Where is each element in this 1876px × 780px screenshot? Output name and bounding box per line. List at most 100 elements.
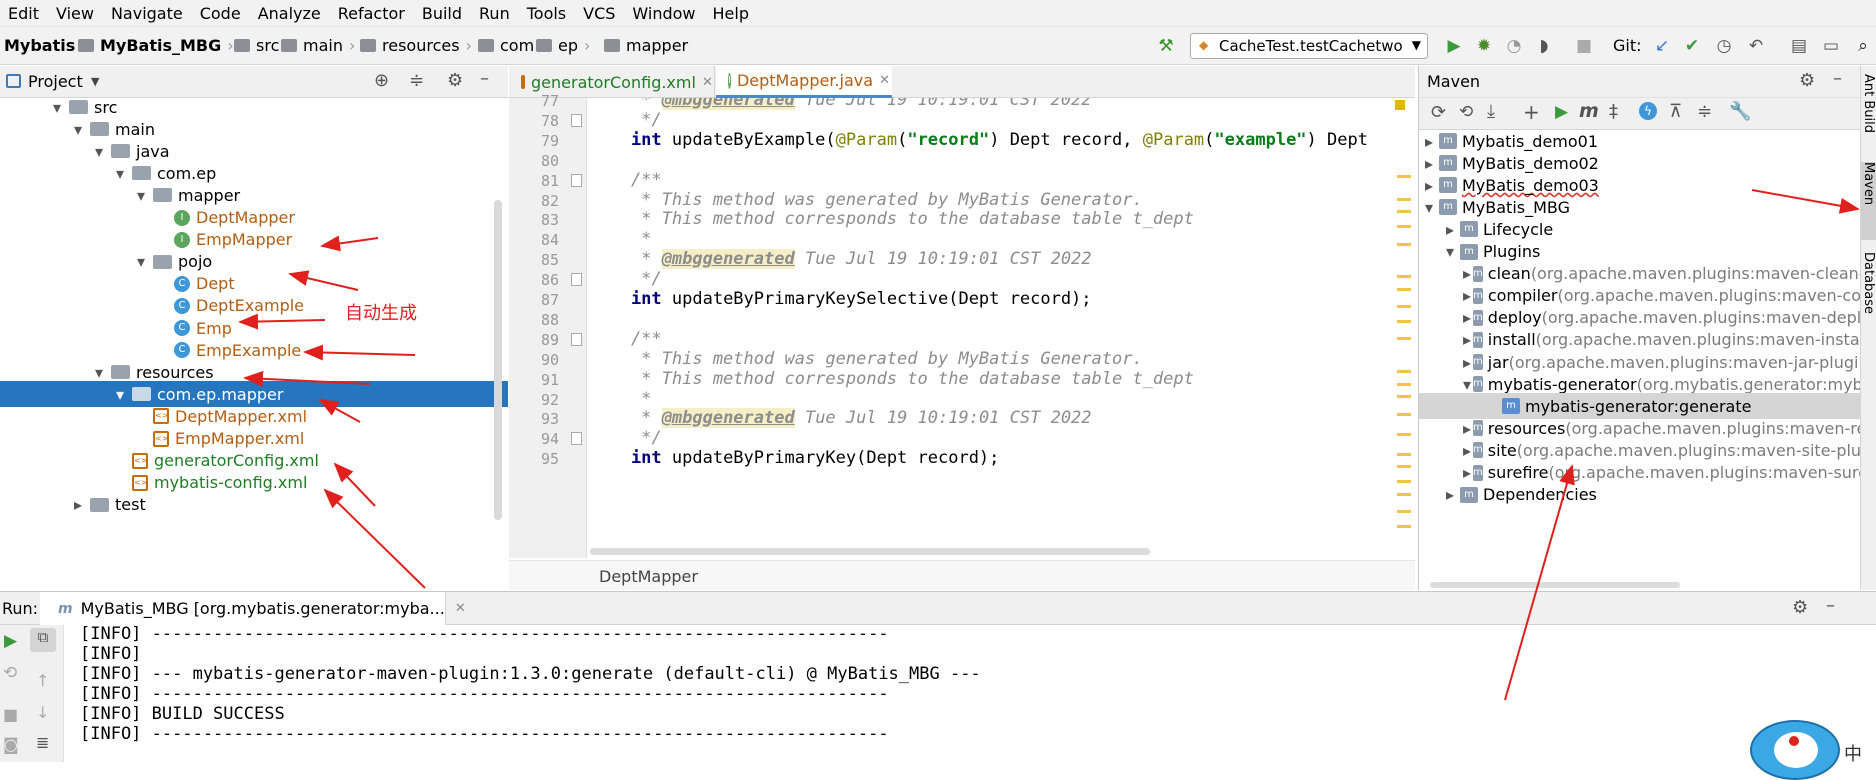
input-method-indicator[interactable]: 中 — [1844, 740, 1862, 766]
toggle-tree-view-icon[interactable]: ⧉ — [30, 628, 56, 652]
menu-item-refactor[interactable]: Refactor — [338, 4, 405, 23]
side-tab-ant-build[interactable]: Ant Build — [1861, 74, 1876, 150]
camera-icon[interactable]: ◙ — [3, 735, 19, 754]
chevron-down-icon[interactable]: ▼ — [91, 75, 99, 88]
stripe-marker[interactable] — [1397, 453, 1411, 456]
download-icon[interactable]: ⤓ — [1487, 101, 1495, 122]
chevron-right-icon[interactable]: ▸ — [1463, 264, 1471, 283]
stripe-marker[interactable] — [1397, 198, 1411, 201]
stripe-marker[interactable] — [1397, 337, 1411, 340]
menu-item-build[interactable]: Build — [422, 4, 462, 23]
menu-item-vcs[interactable]: VCS — [583, 4, 615, 23]
toggle-offline-icon[interactable]: ‡ — [1609, 101, 1618, 122]
reimport-folder-icon[interactable]: ⟲ — [1459, 102, 1473, 122]
stripe-marker[interactable] — [1397, 175, 1411, 178]
reload-icon[interactable]: ⟳ — [1431, 102, 1446, 123]
locate-icon[interactable]: ⊕ — [374, 70, 389, 91]
run-console[interactable]: [INFO] ---------------------------------… — [64, 625, 1876, 762]
presentation-icon[interactable]: ▭ — [1820, 35, 1842, 57]
fold-marker-icon[interactable] — [571, 432, 582, 446]
fold-marker-icon[interactable] — [571, 173, 582, 187]
fold-marker-icon[interactable] — [571, 332, 582, 346]
side-tab-maven[interactable]: Maven — [1861, 162, 1876, 240]
build-hammer-icon[interactable]: ⚒ — [1155, 35, 1177, 57]
search-icon[interactable]: ⌕ — [1852, 35, 1874, 57]
stripe-marker[interactable] — [1397, 305, 1411, 308]
menu-item-analyze[interactable]: Analyze — [258, 4, 321, 23]
minimize-icon[interactable]: – — [1826, 595, 1835, 616]
maven-tree-item[interactable]: ▸ m Dependencies — [1419, 482, 1860, 508]
run-icon[interactable]: ▶ — [1555, 102, 1568, 122]
run-icon[interactable]: ▶ — [1443, 35, 1465, 57]
stripe-marker[interactable] — [1397, 288, 1411, 291]
breadcrumb-item[interactable]: ep › — [532, 36, 590, 55]
chevron-down-icon[interactable]: ▾ — [1442, 242, 1458, 261]
chevron-down-icon[interactable]: ▾ — [1463, 375, 1471, 394]
chevron-down-icon[interactable]: ▾ — [1421, 198, 1437, 217]
chevron-right-icon[interactable]: ▸ — [1463, 286, 1471, 305]
stripe-marker[interactable] — [1397, 320, 1411, 323]
collapse-all-icon[interactable]: ≑ — [1697, 101, 1712, 122]
wrench-icon[interactable]: 🔧 — [1729, 101, 1751, 122]
menu-item-edit[interactable]: Edit — [8, 4, 39, 23]
collapse-all-icon[interactable]: ≑ — [409, 70, 424, 91]
code-editor[interactable]: * @mbggenerated Tue Jul 19 10:19:01 CST … — [590, 98, 1416, 558]
stop-icon[interactable]: ■ — [3, 705, 18, 724]
close-icon[interactable]: ✕ — [879, 73, 890, 88]
chevron-right-icon[interactable]: ▸ — [70, 495, 86, 514]
chevron-right-icon[interactable]: ▸ — [1442, 485, 1458, 504]
chevron-down-icon[interactable]: ▾ — [91, 363, 107, 382]
menu-item-run[interactable]: Run — [479, 4, 510, 23]
run-tab[interactable]: m MyBatis_MBG [org.mybatis.generator:myb… — [40, 592, 466, 625]
chevron-down-icon[interactable]: ▾ — [112, 385, 128, 404]
scroll-up-icon[interactable]: ↑ — [36, 671, 49, 690]
inspection-warning-icon[interactable] — [1395, 100, 1405, 110]
breadcrumb-item[interactable]: main › — [277, 36, 355, 55]
profile-icon[interactable]: ◗ — [1533, 35, 1555, 57]
maven-scrollbar[interactable] — [1430, 582, 1680, 588]
menu-item-window[interactable]: Window — [632, 4, 695, 23]
chevron-right-icon[interactable]: ▸ — [1463, 463, 1471, 482]
add-icon[interactable]: + — [1523, 100, 1540, 124]
tab-deptmapper[interactable]: I DeptMapper.java ✕ — [716, 66, 892, 98]
breadcrumb-item[interactable]: mapper — [600, 36, 688, 55]
stripe-marker[interactable] — [1397, 413, 1411, 416]
stripe-marker[interactable] — [1397, 383, 1411, 386]
minimize-icon[interactable]: – — [1833, 68, 1842, 89]
stripe-marker[interactable] — [1397, 210, 1411, 213]
stripe-marker[interactable] — [1397, 465, 1411, 468]
chevron-right-icon[interactable]: ▸ — [1463, 330, 1471, 349]
stripe-marker[interactable] — [1397, 243, 1411, 246]
chevron-right-icon[interactable]: ▸ — [1421, 132, 1437, 151]
git-rollback-icon[interactable]: ↶ — [1745, 35, 1767, 57]
menu-item-navigate[interactable]: Navigate — [111, 4, 183, 23]
project-structure-icon[interactable]: ▤ — [1788, 35, 1810, 57]
close-icon[interactable]: ✕ — [455, 601, 466, 616]
fold-marker-icon[interactable] — [571, 113, 582, 127]
gear-icon[interactable]: ⚙ — [447, 70, 463, 91]
close-icon[interactable]: ✕ — [702, 75, 713, 90]
stripe-marker[interactable] — [1397, 225, 1411, 228]
chevron-right-icon[interactable]: ▸ — [1463, 441, 1471, 460]
chevron-right-icon[interactable]: ▸ — [1463, 308, 1471, 327]
menu-item-view[interactable]: View — [56, 4, 94, 23]
chevron-right-icon[interactable]: ▸ — [1421, 154, 1437, 173]
stripe-marker[interactable] — [1397, 433, 1411, 436]
show-dependencies-icon[interactable]: ⊼ — [1669, 101, 1682, 122]
stop-icon[interactable]: ■ — [1573, 35, 1595, 57]
chevron-right-icon[interactable]: ▸ — [1463, 419, 1471, 438]
stripe-marker[interactable] — [1397, 395, 1411, 398]
breadcrumb-item[interactable]: resources › — [356, 36, 472, 55]
project-scrollbar[interactable] — [494, 200, 502, 520]
stripe-marker[interactable] — [1397, 480, 1411, 483]
debug-icon[interactable]: ✹ — [1473, 35, 1495, 57]
coverage-icon[interactable]: ◔ — [1503, 35, 1525, 57]
git-update-icon[interactable]: ↙ — [1651, 35, 1673, 57]
side-tab-database[interactable]: Database — [1861, 252, 1876, 346]
execute-goal-icon[interactable]: m — [1579, 100, 1599, 122]
chevron-down-icon[interactable]: ▾ — [49, 98, 65, 117]
horizontal-scrollbar[interactable] — [590, 548, 1150, 555]
chevron-right-icon[interactable]: ▸ — [1442, 220, 1458, 239]
stripe-marker[interactable] — [1397, 525, 1411, 528]
git-commit-icon[interactable]: ✔ — [1681, 35, 1703, 57]
